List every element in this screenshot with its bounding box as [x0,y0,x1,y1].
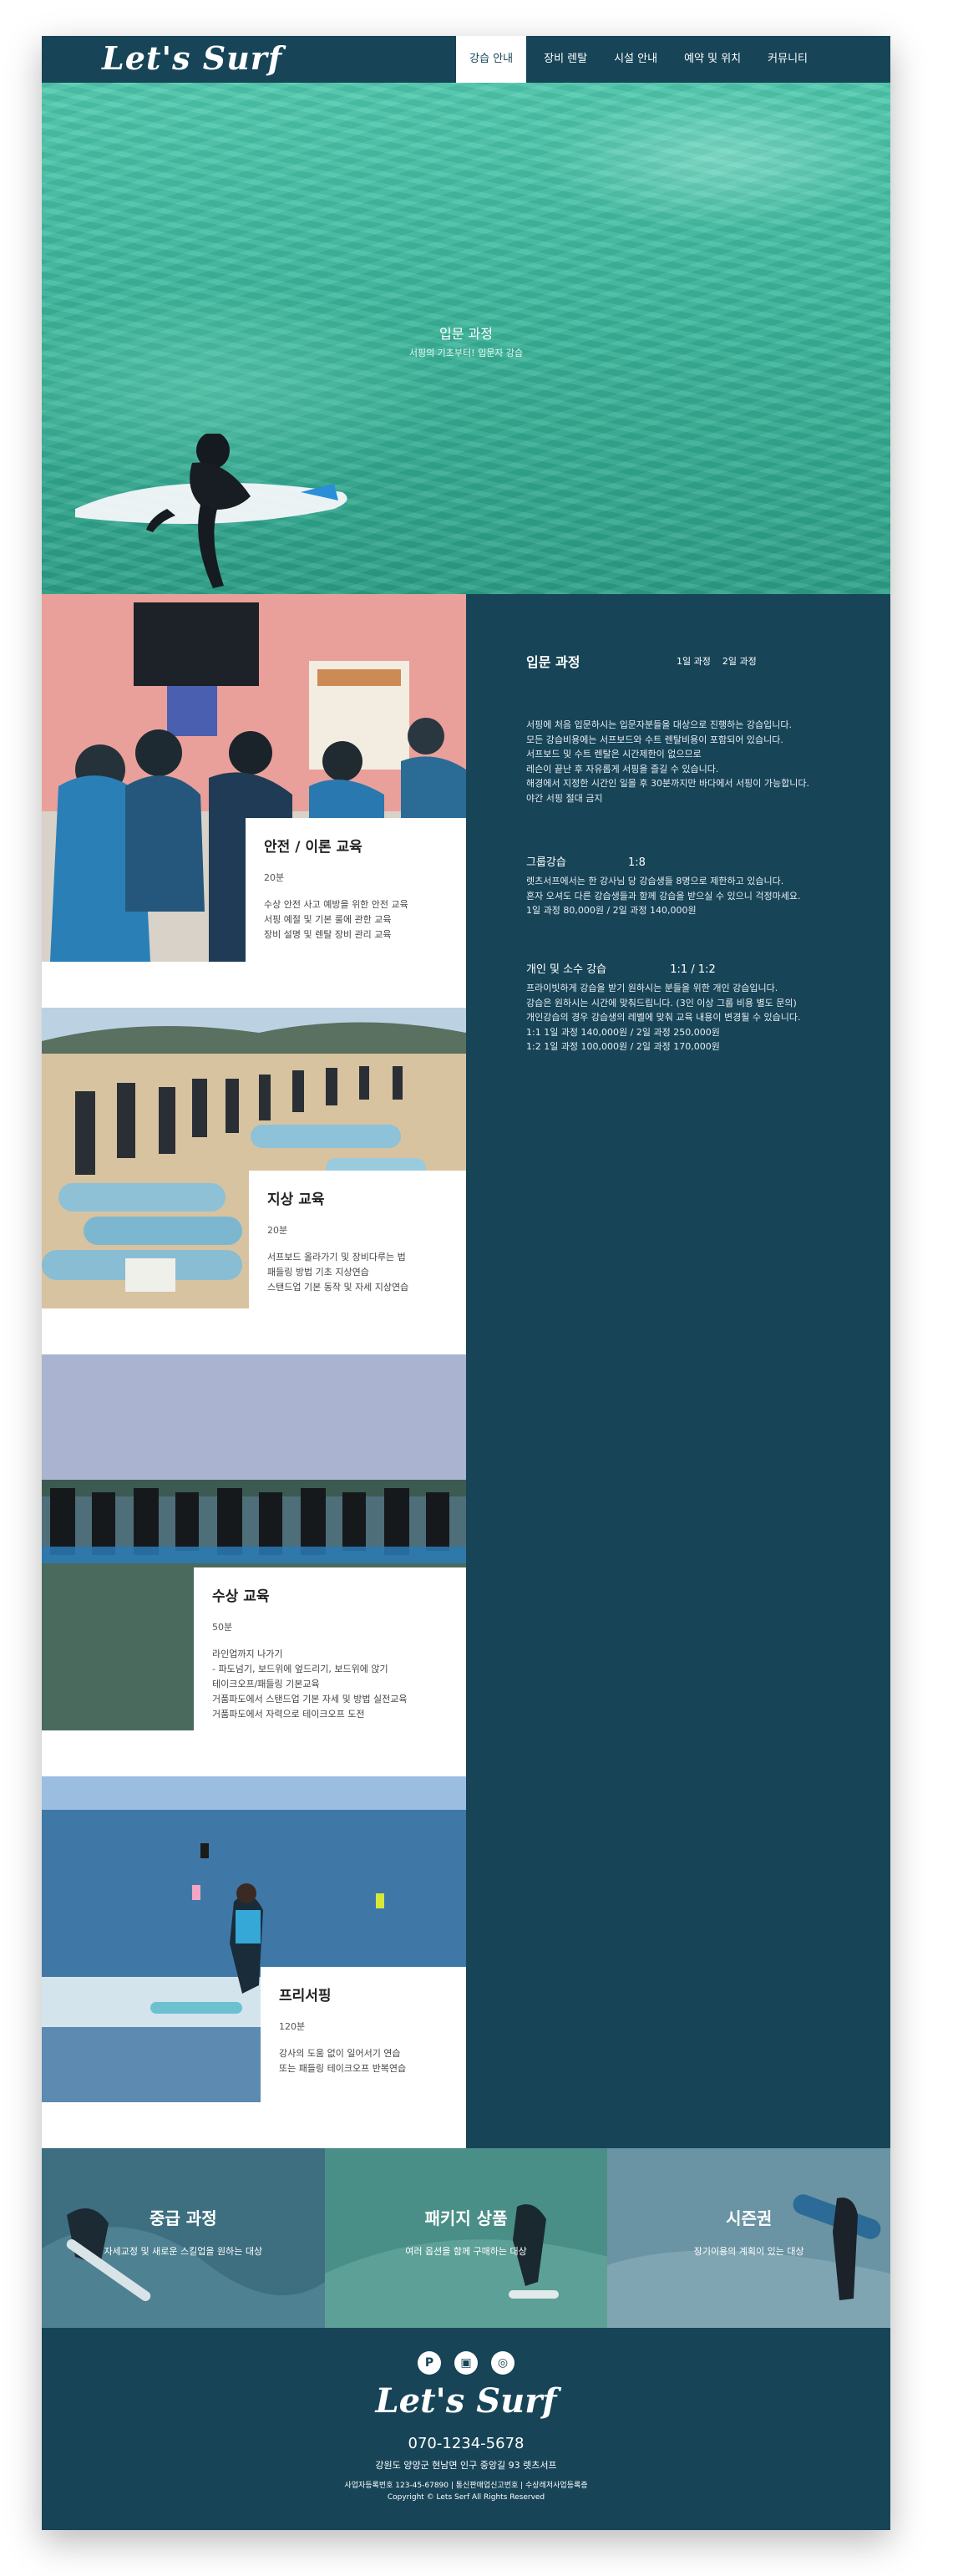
banner-subtitle: 자세교정 및 새로운 스킬업을 원하는 대상 [104,2246,263,2257]
private-lesson-info: 개인 및 소수 강습 1:1 / 1:2 프라이빗하게 강습을 받기 원하시는 … [526,960,844,1054]
lesson-desc-line: 강사의 도움 없이 일어서기 연습 [279,2048,401,2059]
page: Let's Surf 강습 안내 장비 렌탈 시설 안내 예약 및 위치 커뮤니… [42,36,891,2530]
lesson-desc-line: 수상 안전 사고 예방을 위한 안전 교육 [264,899,408,910]
lesson-step-ground: 지상 교육 20분 서프보드 올라가기 및 장비다루는 법 패들링 방법 기초 … [42,1008,466,1354]
tab-two-day[interactable]: 2일 과정 [722,654,757,668]
course-tabs: 1일 과정 2일 과정 [677,654,768,668]
tab-one-day[interactable]: 1일 과정 [677,654,711,668]
intro-line: 해경에서 지정한 시간인 일몰 후 30분까지만 바다에서 서핑이 가능합니다. [526,778,809,789]
instagram-icon[interactable]: ◎ [491,2351,514,2375]
footer: P ▣ ◎ Let's Surf 070-1234-5678 강원도 양양군 현… [42,2328,890,2530]
main-menu: 강습 안내 장비 렌탈 시설 안내 예약 및 위치 커뮤니티 [456,36,817,83]
hero-title: 입문 과정 [439,326,493,342]
lesson-duration: 120분 [279,2021,306,2032]
banner-title: 시즌권 [726,2208,773,2228]
group-lesson-ratio: 1:8 [627,856,646,869]
group-lesson-line: 렛츠서프에서는 한 강사님 당 강습생들 8명으로 제한하고 있습니다. [526,876,784,887]
private-lesson-ratio: 1:1 / 1:2 [670,963,716,976]
course-info-panel: 입문 과정 1일 과정 2일 과정 서핑에 처음 입문하시는 입문자분들을 대상… [466,594,890,2148]
surfer-banner-image [42,2208,325,2328]
private-lesson-line: 강습은 원하시는 시간에 맞춰드립니다. (3인 이상 그룹 비용 별도 문의) [526,997,797,1009]
banner-intermediate[interactable]: 중급 과정 자세교정 및 새로운 스킬업을 원하는 대상 [42,2148,325,2328]
lesson-card: 지상 교육 20분 서프보드 올라가기 및 장비다루는 법 패들링 방법 기초 … [249,1171,466,1308]
footer-copyright: Copyright © Lets Serf All Rights Reserve… [387,2493,545,2502]
group-lesson-line: 혼자 오셔도 다른 강습생들과 함께 강습을 받으실 수 있으니 걱정마세요. [526,890,801,902]
banner-title: 중급 과정 [150,2208,217,2228]
intro-line: 서핑에 처음 입문하시는 입문자분들을 대상으로 진행하는 강습입니다. [526,719,792,730]
surfer-banner-image [607,2194,891,2328]
lesson-card: 프리서핑 120분 강사의 도움 없이 일어서기 연습 또는 패들링 테이크오프… [261,1967,466,2102]
menu-item-community[interactable]: 커뮤니티 [758,36,817,83]
intro-line: 서프보드 및 수트 렌탈은 시간제한이 없으므로 [526,749,702,760]
site-logo[interactable]: Let's Surf [102,39,282,77]
lesson-duration: 50분 [212,1622,233,1633]
hero-subtitle: 서핑의 기초부터! 입문자 강습 [408,348,524,358]
blog-icon[interactable]: P [418,2351,441,2375]
banner-subtitle: 여러 옵션을 함께 구매하는 대상 [405,2246,527,2257]
lesson-desc-line: 거품파도에서 자력으로 테이크오프 도전 [212,1709,365,1720]
lesson-desc-line: 라인업까지 나가기 [212,1649,283,1659]
lesson-duration: 20분 [267,1225,288,1236]
lesson-step-theory: 안전 / 이론 교육 20분 수상 안전 사고 예방을 위한 안전 교육 서핑 … [42,594,466,1008]
banner-package[interactable]: 패키지 상품 여러 옵션을 함께 구매하는 대상 [324,2148,608,2328]
lesson-desc-line: 장비 설명 및 렌탈 장비 관리 교육 [264,929,392,940]
lesson-step-water: 수상 교육 50분 라인업까지 나가기 - 파도넘기, 보드위에 엎드리기, 보… [42,1354,466,1776]
private-lesson-line: 개인강습의 경우 강습생의 레벨에 맞춰 교육 내용이 변경될 수 있습니다. [526,1012,801,1023]
lesson-desc-line: 테이크오프/패들링 기본교육 [212,1679,320,1689]
private-lesson-line: 프라이빗하게 강습을 받기 원하시는 분들을 위한 개인 강습입니다. [526,983,778,993]
top-navigation: Let's Surf 강습 안내 장비 렌탈 시설 안내 예약 및 위치 커뮤니… [42,36,890,83]
banner-subtitle: 장기이용의 계획이 있는 대상 [693,2246,804,2257]
lesson-desc-line: 서프보드 올라가기 및 장비다루는 법 [267,1252,406,1263]
lesson-desc-line: 거품파도에서 스탠드업 기본 자세 및 방법 실전교육 [212,1694,408,1705]
course-section: 안전 / 이론 교육 20분 수상 안전 사고 예방을 위한 안전 교육 서핑 … [42,594,890,2148]
menu-item-lessons[interactable]: 강습 안내 [456,36,527,83]
surfer-illustration [75,434,347,588]
course-banners: 중급 과정 자세교정 및 새로운 스킬업을 원하는 대상 패키지 상품 여러 옵… [42,2148,891,2328]
lesson-desc-line: 패들링 방법 기초 지상연습 [267,1267,369,1278]
intro-line: 야간 서핑 절대 금지 [526,792,603,804]
banner-season-pass[interactable]: 시즌권 장기이용의 계획이 있는 대상 [607,2148,891,2328]
banner-title: 패키지 상품 [424,2208,508,2228]
private-lesson-line: 1:2 1일 과정 100,000원 / 2일 과정 170,000원 [526,1041,720,1052]
surfer-banner-image [324,2204,608,2328]
footer-address: 강원도 양양군 현남면 인구 중앙길 93 렛츠서프 [375,2460,557,2471]
social-links: P ▣ ◎ [42,2351,890,2375]
menu-item-facility[interactable]: 시설 안내 [605,36,667,83]
lesson-steps: 안전 / 이론 교육 20분 수상 안전 사고 예방을 위한 안전 교육 서핑 … [42,594,466,2148]
hero-banner: 입문 과정 서핑의 기초부터! 입문자 강습 [42,83,890,594]
menu-item-reservation[interactable]: 예약 및 위치 [675,36,750,83]
lesson-card: 안전 / 이론 교육 20분 수상 안전 사고 예방을 위한 안전 교육 서핑 … [246,818,466,962]
lesson-desc-line: - 파도넘기, 보드위에 엎드리기, 보드위에 앉기 [212,1664,388,1674]
lesson-desc-line: 스탠드업 기본 동작 및 자세 지상연습 [267,1282,409,1293]
talk-icon[interactable]: ▣ [454,2351,478,2375]
intro-line: 모든 강습비용에는 서프보드와 수트 렌탈비용이 포함되어 있습니다. [526,734,783,745]
lesson-card: 수상 교육 50분 라인업까지 나가기 - 파도넘기, 보드위에 엎드리기, 보… [194,1567,466,1776]
lesson-desc-line: 또는 패들링 테이크오프 반복연습 [279,2063,407,2074]
course-title: 입문 과정 [526,654,580,670]
lesson-step-free-surfing: 프리서핑 120분 강사의 도움 없이 일어서기 연습 또는 패들링 테이크오프… [42,1776,466,2148]
group-lesson-info: 그룹강습 1:8 렛츠서프에서는 한 강사님 당 강습생들 8명으로 제한하고 … [526,853,844,918]
lesson-title: 수상 교육 [212,1588,270,1605]
course-intro: 서핑에 처음 입문하시는 입문자분들을 대상으로 진행하는 강습입니다. 모든 … [526,718,844,805]
group-lesson-name: 그룹강습 [526,856,566,869]
lesson-duration: 20분 [264,872,285,883]
footer-phone: 070-1234-5678 [408,2435,525,2452]
menu-item-rental[interactable]: 장비 렌탈 [535,36,596,83]
lesson-title: 지상 교육 [267,1191,325,1208]
lesson-title: 안전 / 이론 교육 [264,839,362,856]
footer-logo[interactable]: Let's Surf [42,2381,890,2421]
footer-registration: 사업자등록번호 123-45-67890 | 통신판매업신고번호 | 수상레저사… [344,2482,588,2490]
lesson-desc-line: 서핑 예절 및 기본 룰에 관한 교육 [264,914,392,925]
private-lesson-line: 1:1 1일 과정 140,000원 / 2일 과정 250,000원 [526,1026,720,1038]
intro-line: 레슨이 끝난 후 자유롭게 서핑을 즐길 수 있습니다. [526,763,719,775]
group-lesson-line: 1일 과정 80,000원 / 2일 과정 140,000원 [526,905,697,916]
lesson-title: 프리서핑 [279,1988,332,2004]
private-lesson-name: 개인 및 소수 강습 [526,963,607,976]
